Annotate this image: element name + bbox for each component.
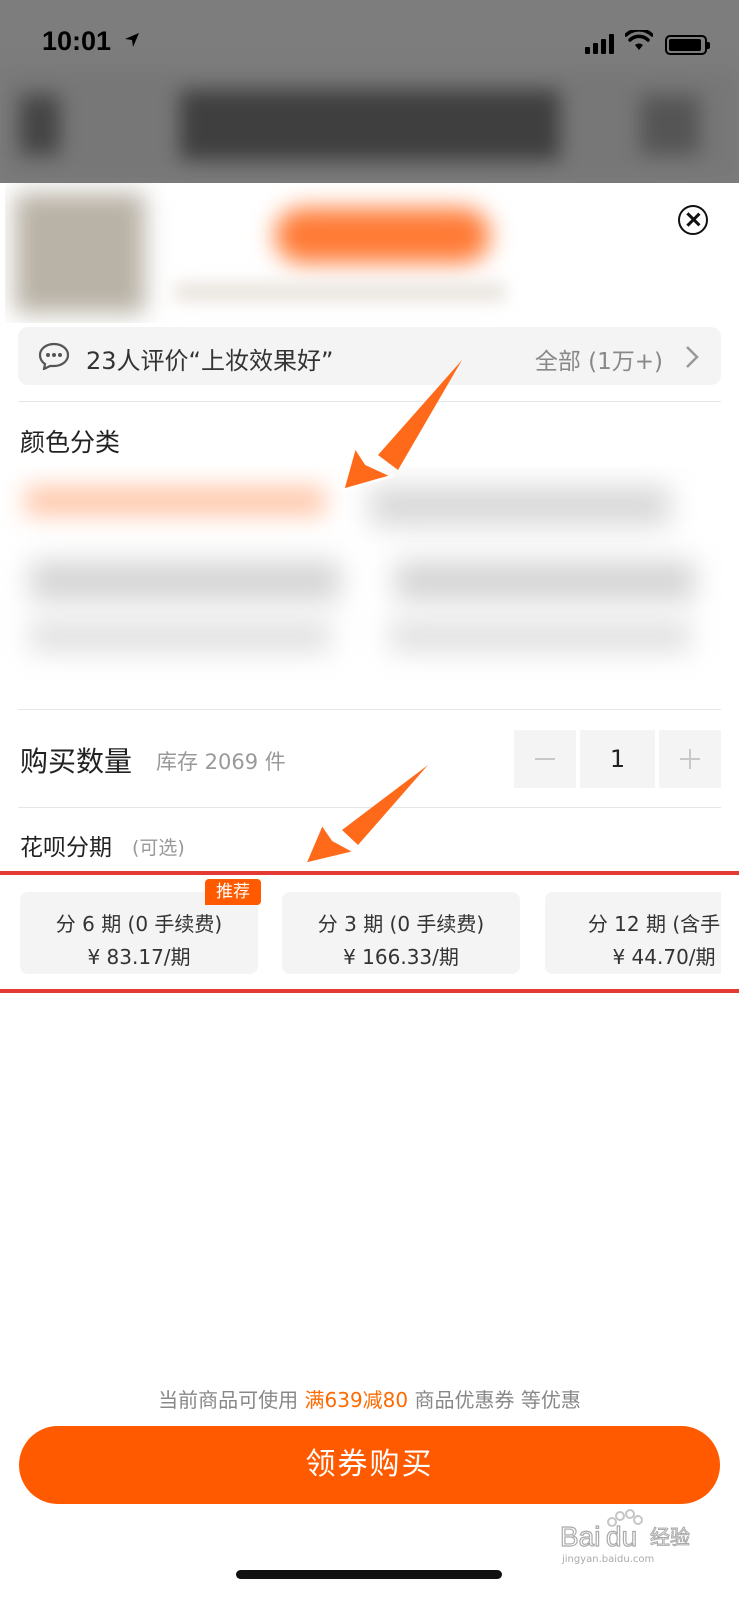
svg-text:jingyan.baidu.com: jingyan.baidu.com	[561, 1554, 654, 1565]
blurred-color-options[interactable]	[0, 466, 739, 691]
divider	[18, 401, 721, 402]
location-arrow-icon	[125, 33, 139, 47]
status-bar: 10:01	[0, 0, 739, 70]
increment-button[interactable]	[659, 730, 721, 788]
installment-plan-12[interactable]: 分 12 期 (含手续 ¥ 44.70/期	[545, 892, 721, 974]
quantity-value[interactable]: 1	[580, 730, 655, 788]
decrement-button[interactable]	[514, 730, 576, 788]
battery-icon	[665, 35, 710, 55]
divider	[18, 709, 721, 710]
quantity-stepper: 1	[514, 730, 721, 788]
installment-title: 花呗分期	[20, 835, 112, 861]
sku-selection-sheet: 23人评价“上妆效果好” 全部 (1万+) 颜色分类 购买数量 库存 2069 …	[0, 183, 739, 1600]
installment-optional-label: (可选)	[132, 837, 185, 859]
status-time: 10:01	[42, 26, 112, 56]
baidu-watermark-logo: Bai du 经验 jingyan.baidu.com	[560, 1509, 691, 1565]
divider	[18, 807, 721, 808]
review-all-link[interactable]: 全部 (1万+)	[535, 342, 663, 376]
coupon-note: 当前商品可使用 满639减80 商品优惠券 等优惠	[158, 1388, 581, 1412]
svg-text:经验: 经验	[650, 1525, 690, 1549]
svg-text:Bai: Bai	[560, 1521, 600, 1552]
review-highlight-text: 23人评价“上妆效果好”	[86, 347, 334, 375]
coupon-highlight: 满639减80	[304, 1388, 409, 1412]
svg-text:du: du	[606, 1521, 637, 1552]
recommended-badge: 推荐	[205, 879, 261, 905]
review-summary-bar[interactable]: 23人评价“上妆效果好” 全部 (1万+)	[18, 327, 721, 385]
stock-label: 库存 2069 件	[156, 750, 286, 774]
home-indicator	[236, 1570, 502, 1579]
blurred-product-summary	[5, 183, 555, 323]
claim-coupon-buy-button[interactable]: 领券购买	[19, 1426, 720, 1504]
wifi-icon	[625, 30, 653, 50]
cellular-signal-icon	[585, 32, 617, 54]
close-button[interactable]	[678, 205, 708, 235]
chat-bubble-icon	[38, 342, 70, 370]
chevron-right-icon	[686, 346, 699, 368]
quantity-label: 购买数量	[20, 745, 133, 778]
blurred-navigation-bar	[0, 70, 739, 180]
color-section-title: 颜色分类	[20, 428, 121, 457]
installment-plan-3[interactable]: 分 3 期 (0 手续费) ¥ 166.33/期	[282, 892, 520, 974]
installment-plans: 分 6 期 (0 手续费) ¥ 83.17/期 分 3 期 (0 手续费) ¥ …	[0, 889, 721, 975]
